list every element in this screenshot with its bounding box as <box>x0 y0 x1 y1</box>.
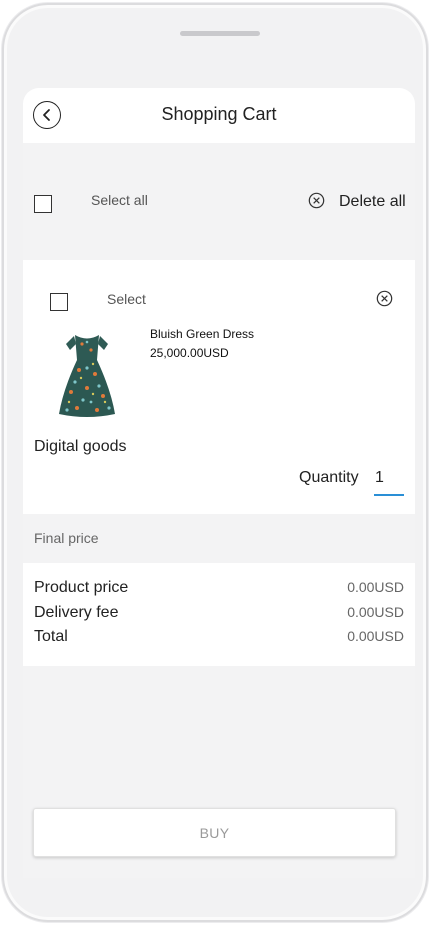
summary-value: 0.00USD <box>347 604 404 620</box>
page-title: Shopping Cart <box>161 104 277 124</box>
header-bar: Shopping Cart <box>23 88 415 143</box>
product-category: Digital goods <box>34 438 127 455</box>
close-circle-icon[interactable] <box>308 192 325 209</box>
summary-row-delivery-fee: Delivery fee 0.00USD <box>34 604 404 626</box>
phone-speaker <box>180 31 260 36</box>
select-all-label: Select all <box>91 192 148 208</box>
summary-value: 0.00USD <box>347 579 404 595</box>
close-circle-icon[interactable] <box>376 290 393 307</box>
phone-frame: Shopping Cart Select all Delete all Sele… <box>2 3 428 922</box>
quantity-input[interactable] <box>374 462 404 496</box>
final-price-label: Final price <box>34 530 99 546</box>
buy-button[interactable]: BUY <box>33 808 396 857</box>
cart-item-card: Select Bluish Green Dress 25,000.00USD D… <box>23 260 415 514</box>
product-name[interactable]: Bluish Green Dress <box>150 327 254 341</box>
summary-label: Delivery fee <box>34 604 119 621</box>
price-summary: Product price 0.00USD Delivery fee 0.00U… <box>23 563 415 666</box>
summary-value: 0.00USD <box>347 628 404 644</box>
delete-all-button[interactable]: Delete all <box>339 193 406 211</box>
product-image[interactable] <box>57 330 117 418</box>
final-price-bar: Final price <box>23 514 415 563</box>
item-select-checkbox[interactable] <box>50 293 68 311</box>
summary-label: Total <box>34 628 68 645</box>
product-price: 25,000.00USD <box>150 346 229 360</box>
select-all-checkbox[interactable] <box>34 195 52 213</box>
item-select-label: Select <box>107 291 146 307</box>
summary-label: Product price <box>34 579 129 596</box>
quantity-label: Quantity <box>299 469 359 486</box>
summary-row-total: Total 0.00USD <box>34 628 404 650</box>
summary-row-product-price: Product price 0.00USD <box>34 579 404 601</box>
app-screen: Shopping Cart Select all Delete all Sele… <box>23 88 415 878</box>
